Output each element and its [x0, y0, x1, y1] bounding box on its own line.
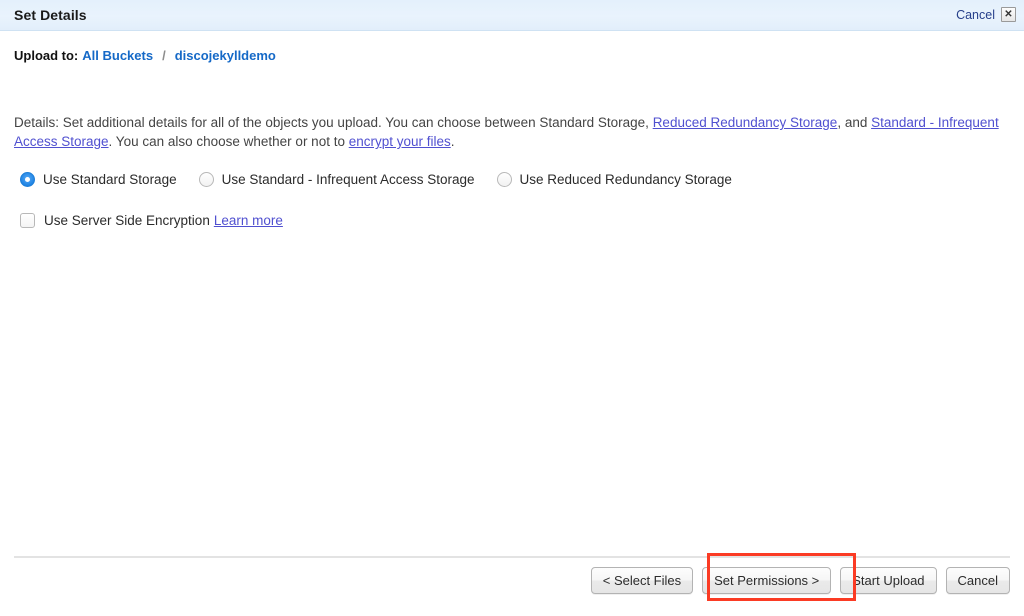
- radio-option-reduced-redundancy[interactable]: Use Reduced Redundancy Storage: [497, 172, 732, 187]
- dialog-titlebar: Set Details Cancel ✕: [0, 0, 1024, 31]
- details-text-segment-1: Details: Set additional details for all …: [14, 115, 653, 130]
- radio-option-standard-infrequent-access[interactable]: Use Standard - Infrequent Access Storage: [199, 172, 475, 187]
- breadcrumb-prefix: Upload to:: [14, 48, 78, 63]
- breadcrumb-link-all-buckets[interactable]: All Buckets: [82, 48, 153, 63]
- storage-class-radio-group: Use Standard Storage Use Standard - Infr…: [20, 172, 732, 187]
- link-learn-more[interactable]: Learn more: [214, 213, 283, 228]
- radio-icon-standard-infrequent-access[interactable]: [199, 172, 214, 187]
- details-description: Details: Set additional details for all …: [14, 113, 1010, 151]
- breadcrumb-link-bucket[interactable]: discojekylldemo: [175, 48, 276, 63]
- page-title: Set Details: [14, 7, 87, 23]
- link-encrypt-your-files[interactable]: encrypt your files: [349, 134, 451, 149]
- checkbox-label-server-side-encryption: Use Server Side Encryption Learn more: [44, 213, 283, 228]
- radio-label-reduced-redundancy: Use Reduced Redundancy Storage: [520, 172, 732, 187]
- details-text-segment-3: . You can also choose whether or not to: [109, 134, 349, 149]
- encryption-label-text: Use Server Side Encryption: [44, 213, 210, 228]
- radio-option-standard-storage[interactable]: Use Standard Storage: [20, 172, 177, 187]
- radio-icon-reduced-redundancy[interactable]: [497, 172, 512, 187]
- start-upload-button[interactable]: Start Upload: [840, 567, 936, 594]
- close-icon[interactable]: ✕: [1001, 7, 1016, 22]
- footer-divider: [14, 556, 1010, 558]
- breadcrumb-separator: /: [162, 48, 166, 63]
- link-reduced-redundancy-storage[interactable]: Reduced Redundancy Storage: [653, 115, 838, 130]
- set-permissions-button[interactable]: Set Permissions >: [702, 567, 831, 594]
- details-text-segment-2: , and: [837, 115, 871, 130]
- radio-label-standard-infrequent-access: Use Standard - Infrequent Access Storage: [222, 172, 475, 187]
- cancel-button[interactable]: Cancel: [946, 567, 1010, 594]
- server-side-encryption-row[interactable]: Use Server Side Encryption Learn more: [20, 213, 283, 228]
- titlebar-cancel-link[interactable]: Cancel: [956, 8, 995, 22]
- select-files-button[interactable]: < Select Files: [591, 567, 693, 594]
- titlebar-actions: Cancel ✕: [956, 7, 1016, 22]
- radio-label-standard-storage: Use Standard Storage: [43, 172, 177, 187]
- breadcrumb: Upload to: All Buckets / discojekylldemo: [14, 48, 276, 63]
- radio-icon-standard-storage[interactable]: [20, 172, 35, 187]
- footer-button-bar: < Select Files Set Permissions > Start U…: [591, 567, 1010, 594]
- details-text-segment-4: .: [451, 134, 455, 149]
- checkbox-icon-server-side-encryption[interactable]: [20, 213, 35, 228]
